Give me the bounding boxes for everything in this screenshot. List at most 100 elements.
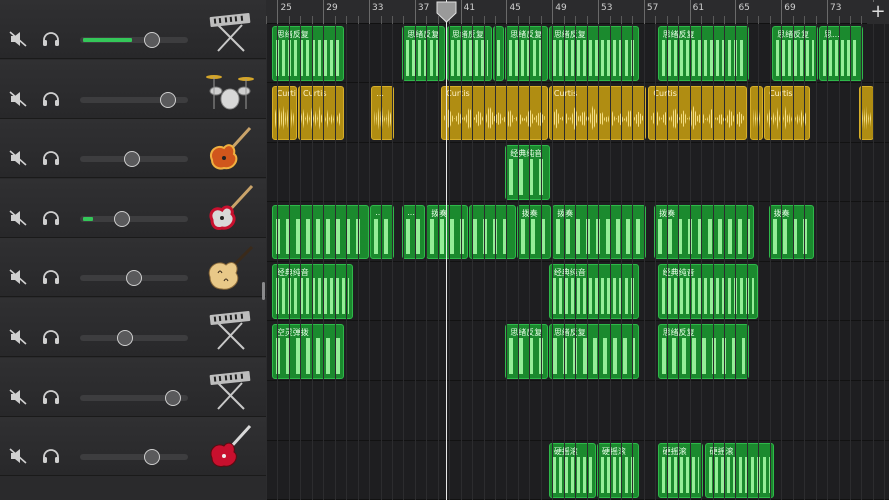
volume-knob[interactable] [117,330,133,346]
audio-region[interactable]: ... [371,85,395,141]
track-header[interactable] [0,59,266,119]
electric-guitar-red-icon[interactable] [206,422,254,470]
midi-region[interactable]: 思... [819,26,863,81]
track-header[interactable] [0,298,266,357]
volume-slider[interactable] [80,32,188,48]
track-header[interactable] [0,0,266,59]
midi-region[interactable]: ... [402,204,426,260]
headphones-icon[interactable] [42,329,60,345]
mute-icon[interactable] [9,448,27,464]
bar-tick-major [277,0,279,24]
mute-icon[interactable] [9,150,27,166]
midi-notes [509,338,544,374]
volume-knob[interactable] [124,151,140,168]
track-header[interactable] [0,238,266,298]
keyboard-icon[interactable] [206,5,254,53]
headphones-icon[interactable] [42,269,60,285]
midi-region[interactable]: ... [370,204,395,260]
playhead-line [445,0,447,500]
mute-icon[interactable] [9,329,27,345]
headphones-icon[interactable] [42,31,60,47]
grid-line [701,24,703,500]
audio-region[interactable]: Curtis [764,85,810,141]
bar-tick-minor [540,16,542,24]
mute-icon[interactable] [9,388,27,405]
midi-region[interactable]: 思绪反复 [772,26,818,81]
track-header[interactable] [0,357,266,417]
playhead-handle[interactable] [436,1,457,23]
track-header[interactable] [0,119,266,179]
midi-region[interactable] [271,204,370,260]
midi-region[interactable]: 经典纯音 [505,145,550,200]
midi-region[interactable]: 空灵弹拨 [271,324,344,379]
grid-line [369,24,371,500]
midi-notes [450,40,488,76]
bass-guitar-icon[interactable] [206,184,254,232]
volume-slider[interactable] [80,91,188,108]
midi-region[interactable]: 思绪反复 [548,26,640,81]
mute-icon[interactable] [9,210,27,226]
midi-region[interactable]: 硬摇滚 [704,443,775,498]
volume-knob[interactable] [144,449,160,466]
midi-region[interactable] [468,204,516,260]
grid-line [815,24,817,500]
track-lane[interactable] [266,143,889,203]
resize-grip[interactable] [262,282,265,300]
midi-region[interactable]: 拨奏 [768,204,815,260]
track-header[interactable] [0,417,266,477]
headphones-icon[interactable] [42,389,60,405]
audio-region[interactable] [750,85,763,141]
midi-region[interactable]: 经典纯音 [657,264,759,319]
midi-region[interactable]: 硬摇滚 [657,443,704,498]
hollow-body-guitar-icon[interactable] [206,243,254,291]
midi-region[interactable]: 思绪反复 [548,324,640,379]
volume-slider[interactable] [80,270,188,287]
drum-kit-icon[interactable] [206,65,254,113]
bar-number: 29 [326,3,338,13]
midi-region[interactable]: 经典纯音 [548,264,640,319]
midi-region[interactable]: 硬摇滚 [548,443,596,498]
mute-icon[interactable] [9,90,27,107]
mute-icon[interactable] [9,31,27,47]
electric-guitar-sunburst-icon[interactable] [206,124,254,172]
bar-ruler[interactable]: 2529333741454953576165697377 [266,0,889,24]
volume-slider[interactable] [80,330,188,346]
midi-notes [406,40,441,76]
midi-notes [600,457,636,493]
bar-tick-minor [380,16,382,24]
volume-knob[interactable] [126,270,142,287]
grid-line [827,24,829,500]
headphones-icon[interactable] [42,91,60,107]
keyboard-icon[interactable] [206,303,254,351]
midi-region[interactable]: 思绪反复 [271,26,344,81]
midi-region[interactable]: 拨奏 [516,204,552,260]
volume-knob[interactable] [144,32,160,48]
headphones-icon[interactable] [42,150,60,166]
keyboard-icon[interactable] [206,363,254,411]
midi-notes [520,218,548,255]
grid-line [586,24,588,500]
volume-slider[interactable] [80,449,188,466]
volume-knob[interactable] [160,91,176,108]
volume-knob[interactable] [114,210,130,227]
volume-slider[interactable] [80,389,188,406]
headphones-icon[interactable] [42,210,60,226]
track-header[interactable] [0,178,266,238]
mute-icon[interactable] [9,269,27,285]
midi-notes [509,40,544,76]
timeline[interactable]: 思绪反复思绪反复思绪反复思绪反复思绪反复思绪反复思绪反复思...CurtisCu… [266,0,889,500]
bar-tick-minor [403,16,405,24]
midi-region[interactable]: 思绪反复 [446,26,492,81]
audio-region[interactable]: Curtis [271,85,297,141]
track-lane[interactable] [266,382,889,441]
volume-knob[interactable] [165,389,181,406]
audio-region[interactable]: Curtis [648,85,747,141]
volume-slider[interactable] [80,210,188,227]
bar-number: 45 [509,3,521,13]
midi-region[interactable]: 拨奏 [654,204,754,260]
headphones-icon[interactable] [42,448,60,464]
add-section-button[interactable]: + [867,2,889,24]
bar-tick-minor [804,16,806,24]
volume-slider[interactable] [80,151,188,168]
audio-region[interactable]: Curtis [298,85,344,141]
